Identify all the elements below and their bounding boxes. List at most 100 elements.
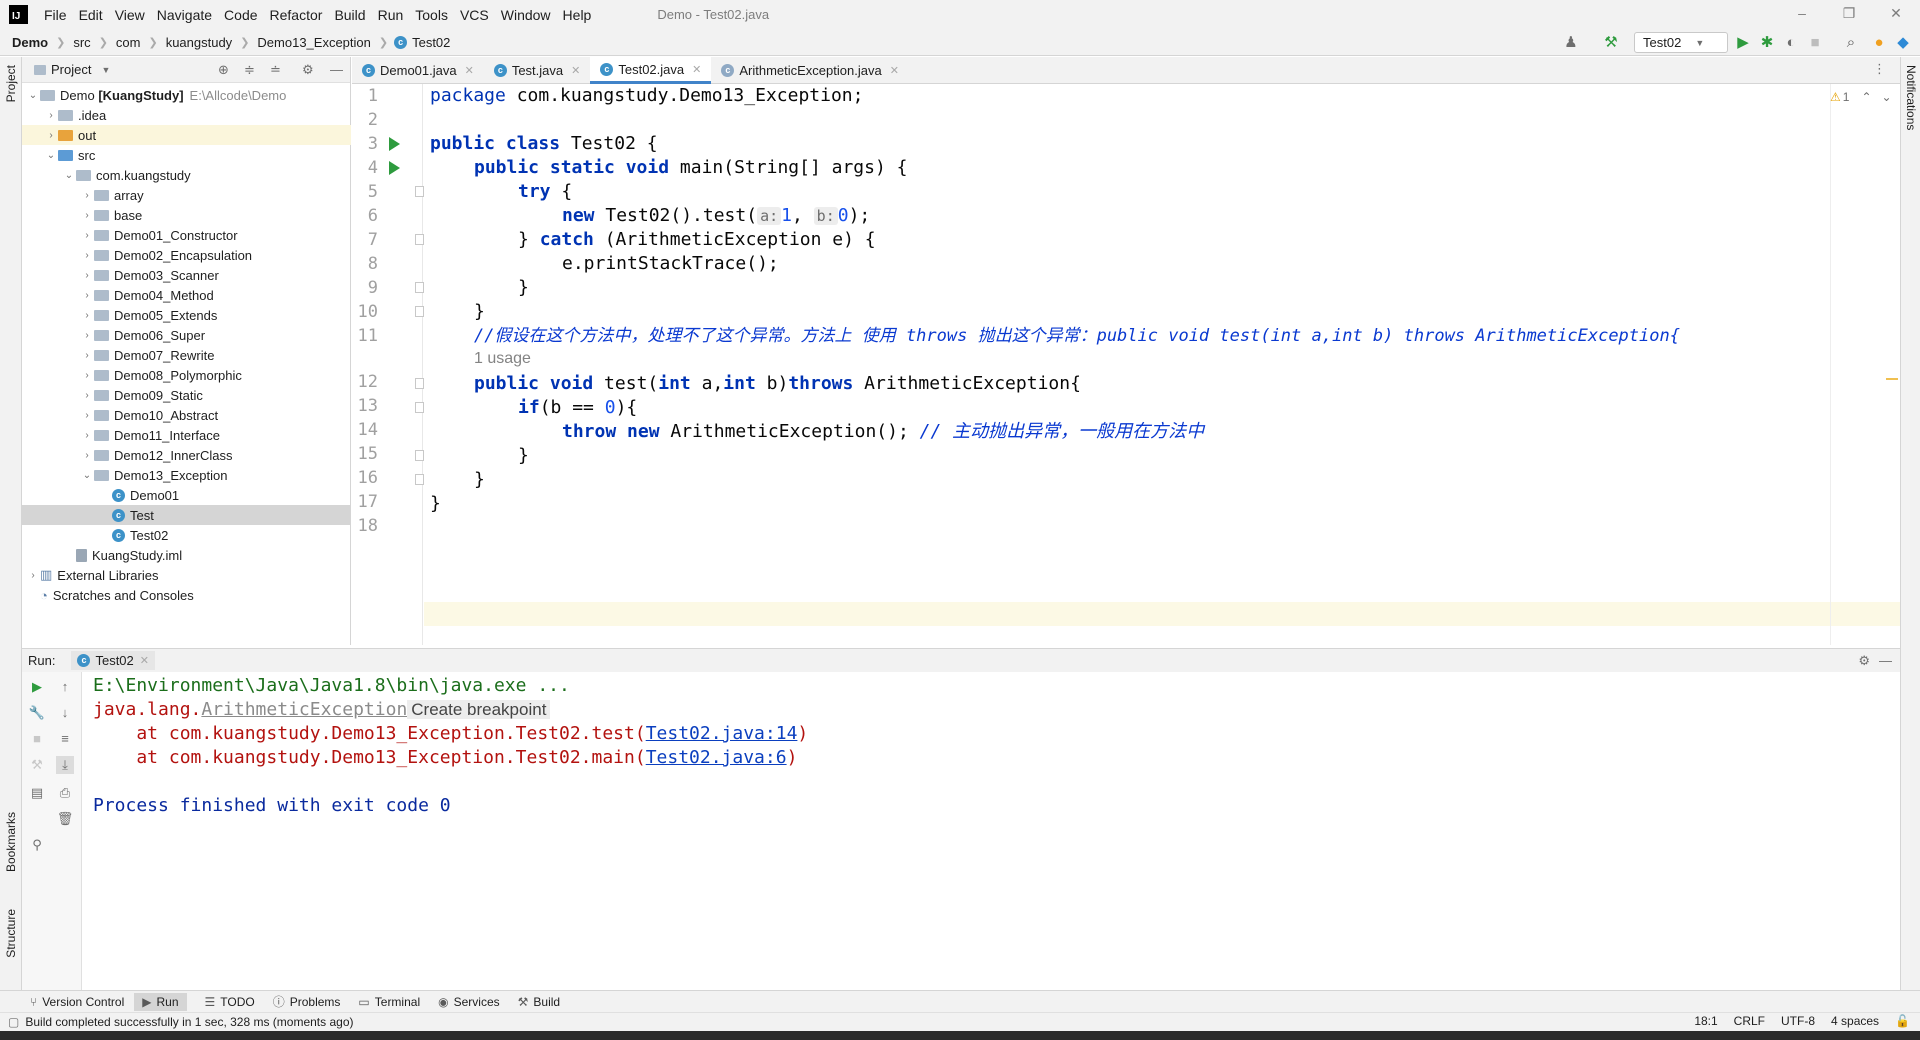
stop-icon[interactable]: ■ (1806, 34, 1824, 52)
tree-item[interactable]: › Demo03_Scanner (22, 265, 351, 285)
chevron-right-icon[interactable]: › (80, 210, 94, 221)
more-tabs-icon[interactable]: ⋮ (1873, 61, 1886, 77)
chevron-right-icon[interactable]: › (80, 230, 94, 241)
tree-item[interactable]: c Demo01 (22, 485, 351, 505)
source-link[interactable]: Test02.java:14 (646, 723, 798, 744)
chevron-right-icon[interactable]: › (80, 410, 94, 421)
chevron-right-icon[interactable]: › (80, 370, 94, 381)
menu-code[interactable]: Code (218, 7, 263, 23)
project-tool-button[interactable]: Project (4, 65, 18, 102)
chevron-right-icon[interactable]: › (80, 250, 94, 261)
run-class-icon[interactable] (389, 137, 400, 151)
breadcrumb-package[interactable]: Demo13_Exception (257, 35, 370, 50)
fold-marker-icon[interactable] (415, 282, 424, 293)
layout-icon[interactable]: ▤ (28, 784, 46, 802)
fold-marker-icon[interactable] (415, 402, 424, 413)
gear-icon[interactable]: ⚙ (302, 62, 314, 78)
scrollbar-marker[interactable] (1886, 378, 1898, 380)
tree-item[interactable]: › Demo01_Constructor (22, 225, 351, 245)
menu-run[interactable]: Run (372, 7, 410, 23)
tree-item[interactable]: › Demo06_Super (22, 325, 351, 345)
tree-item[interactable]: › Demo12_InnerClass (22, 445, 351, 465)
exception-link[interactable]: ArithmeticException (201, 699, 407, 720)
run-tab[interactable]: c Test02 ✕ (71, 651, 155, 670)
expand-all-icon[interactable]: ≑ (244, 62, 255, 78)
chevron-right-icon[interactable]: › (80, 330, 94, 341)
menu-navigate[interactable]: Navigate (151, 7, 218, 23)
chevron-right-icon[interactable]: › (80, 190, 94, 201)
tree-item[interactable]: › base (22, 205, 351, 225)
chevron-up-icon[interactable]: ⌃ (1861, 90, 1871, 104)
menu-file[interactable]: File (38, 7, 73, 23)
tree-item[interactable]: KuangStudy.iml (22, 545, 351, 565)
chevron-down-icon[interactable]: ⌄ (62, 170, 76, 181)
status-toggle-icon[interactable]: ▢ (8, 1015, 19, 1029)
chevron-right-icon[interactable]: › (80, 390, 94, 401)
coverage-icon[interactable]: ◐ (1782, 34, 1800, 52)
print-icon[interactable]: ⎙ (56, 784, 74, 802)
close-icon[interactable]: ✕ (692, 63, 701, 76)
build-hammer-icon[interactable]: ⚒ (1602, 34, 1620, 52)
chevron-right-icon[interactable]: › (80, 270, 94, 281)
tool-services[interactable]: ◉ Services (438, 995, 500, 1009)
user-icon[interactable]: ♟ (1562, 34, 1580, 52)
arrow-down-icon[interactable]: ↓ (56, 704, 74, 722)
notifications-tool-button[interactable]: Notifications (1904, 65, 1918, 130)
tree-item[interactable]: › Demo07_Rewrite (22, 345, 351, 365)
tool-problems[interactable]: ⓘ Problems (273, 993, 341, 1010)
fold-marker-icon[interactable] (415, 378, 424, 389)
tree-item[interactable]: › Demo08_Polymorphic (22, 365, 351, 385)
tool-build[interactable]: ⚒ Build (518, 995, 560, 1009)
run-icon[interactable]: ▶ (1734, 34, 1752, 52)
chevron-down-icon[interactable]: ⌄ (1882, 90, 1892, 104)
close-icon[interactable]: ✕ (140, 654, 149, 667)
jetbrains-icon[interactable]: ◆ (1894, 34, 1912, 52)
fold-marker-icon[interactable] (415, 234, 424, 245)
tree-item[interactable]: › ▥ External Libraries (22, 565, 351, 585)
tab-test[interactable]: c Test.java ✕ (484, 57, 591, 84)
run-main-icon[interactable] (389, 161, 400, 175)
search-icon[interactable]: ⌕ (1842, 34, 1860, 52)
tree-item[interactable]: › array (22, 185, 351, 205)
tree-item[interactable]: ◔ Scratches and Consoles (22, 585, 351, 605)
source-link[interactable]: Test02.java:6 (646, 747, 787, 768)
tree-item[interactable]: › Demo02_Encapsulation (22, 245, 351, 265)
close-icon[interactable]: ✕ (465, 64, 474, 77)
breadcrumb-class[interactable]: Test02 (412, 35, 450, 50)
tree-item[interactable]: › Demo11_Interface (22, 425, 351, 445)
indent-setting[interactable]: 4 spaces (1831, 1014, 1879, 1028)
tree-item[interactable]: › Demo09_Static (22, 385, 351, 405)
line-separator[interactable]: CRLF (1734, 1014, 1765, 1028)
tree-item[interactable]: › Demo10_Abstract (22, 405, 351, 425)
restore-icon[interactable]: ❐ (1839, 5, 1859, 22)
tree-item[interactable]: c Test02 (22, 525, 351, 545)
run-config-select[interactable]: Test02 ▼ (1634, 32, 1728, 53)
arrow-up-icon[interactable]: ↑ (56, 678, 74, 696)
locate-icon[interactable]: ⊕ (218, 62, 229, 78)
chevron-right-icon[interactable]: › (44, 130, 58, 141)
wrench-icon[interactable]: 🔧 (28, 704, 46, 722)
restore-layout-icon[interactable]: ⚒ (28, 756, 46, 774)
create-breakpoint-hint[interactable]: Create breakpoint (407, 700, 551, 719)
tool-run[interactable]: ▶ Run (134, 992, 187, 1011)
trash-icon[interactable]: 🗑 (56, 810, 74, 828)
chevron-right-icon[interactable]: › (80, 430, 94, 441)
tab-test02[interactable]: c Test02.java ✕ (590, 57, 712, 84)
stop-icon[interactable]: ■ (28, 730, 46, 748)
tree-item[interactable]: › out (22, 125, 351, 145)
lock-icon[interactable]: 🔓 (1895, 1014, 1910, 1028)
menu-help[interactable]: Help (557, 7, 598, 23)
scroll-to-end-icon[interactable]: ⤓ (56, 756, 74, 774)
chevron-right-icon[interactable]: › (44, 110, 58, 121)
chevron-right-icon[interactable]: › (80, 350, 94, 361)
menu-vcs[interactable]: VCS (454, 7, 495, 23)
chevron-right-icon[interactable]: › (80, 310, 94, 321)
bookmarks-tool-button[interactable]: Bookmarks (4, 812, 18, 872)
usage-hint[interactable]: 1 usage (474, 350, 531, 368)
code-editor[interactable]: package com.kuangstudy.Demo13_Exception;… (424, 84, 1900, 645)
tree-item[interactable]: › Demo04_Method (22, 285, 351, 305)
console-output[interactable]: E:\Environment\Java\Java1.8\bin\java.exe… (83, 672, 1900, 990)
tree-item[interactable]: ⌄ Demo13_Exception (22, 465, 351, 485)
close-icon[interactable]: ✕ (571, 64, 580, 77)
inspection-widget[interactable]: ⚠ 1 ⌃ ⌄ (1830, 90, 1892, 104)
